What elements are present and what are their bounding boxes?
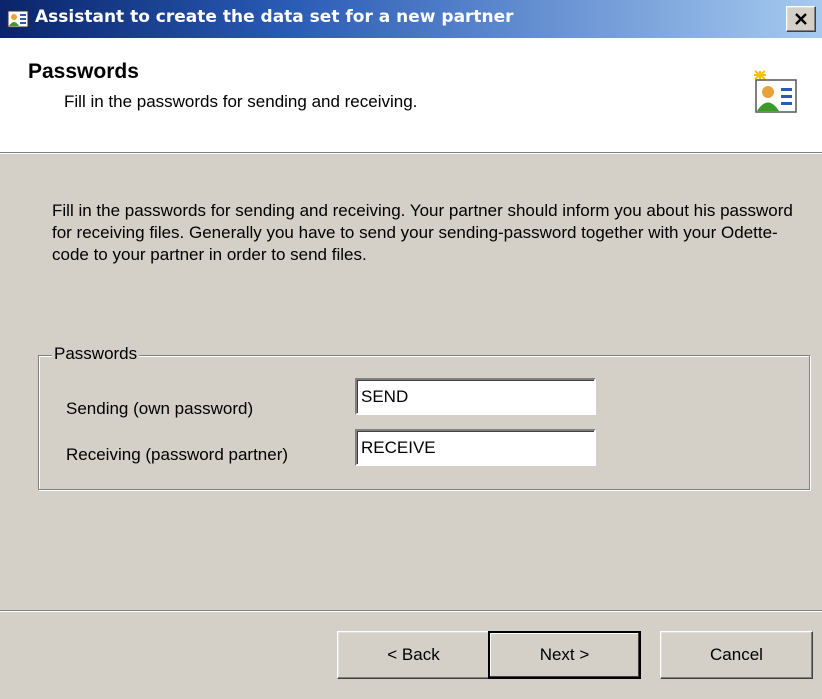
instructions-text: Fill in the passwords for sending and re… <box>52 201 793 264</box>
title-bar[interactable]: Assistant to create the data set for a n… <box>0 0 822 38</box>
back-button[interactable]: < Back <box>337 631 490 679</box>
page-subtitle: Fill in the passwords for sending and re… <box>64 92 418 111</box>
header-separator <box>0 152 822 154</box>
sending-password-input[interactable] <box>355 378 596 415</box>
sending-password-label: Sending (own password) <box>66 399 254 418</box>
receiving-password-input[interactable] <box>355 429 596 466</box>
footer-separator <box>0 610 822 612</box>
passwords-group-legend: Passwords <box>52 344 140 364</box>
next-button[interactable]: Next > <box>488 631 641 679</box>
partner-card-icon <box>752 70 798 114</box>
wizard-window: Assistant to create the data set for a n… <box>0 0 822 699</box>
receiving-password-label: Receiving (password partner) <box>66 445 289 464</box>
wizard-header: Passwords Fill in the passwords for send… <box>0 38 822 152</box>
wizard-icon <box>7 9 29 29</box>
close-icon <box>795 13 807 25</box>
cancel-button[interactable]: Cancel <box>660 631 813 679</box>
page-title: Passwords <box>28 60 139 83</box>
window-title: Assistant to create the data set for a n… <box>35 7 514 27</box>
passwords-groupbox <box>38 355 810 490</box>
close-button[interactable] <box>786 6 816 32</box>
